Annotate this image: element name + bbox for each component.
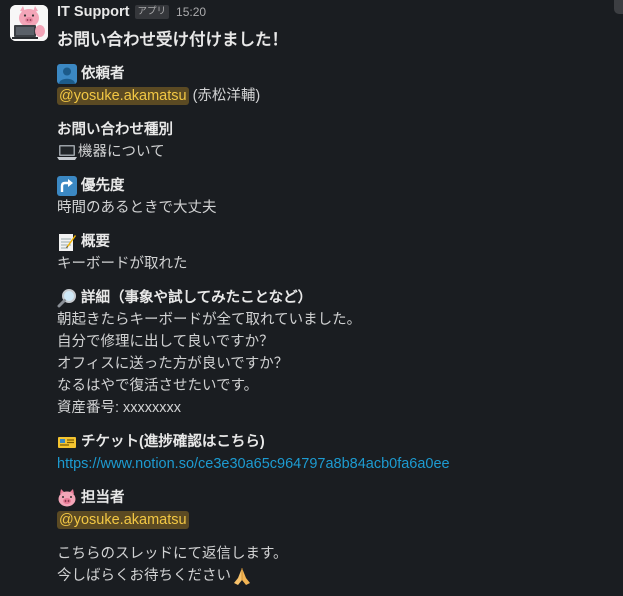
pig-laptop-icon <box>10 5 48 41</box>
requester-heading-label: 依頼者 <box>81 66 125 82</box>
details-line: 資産番号: xxxxxxxx <box>57 400 182 416</box>
footer-line-1: こちらのスレッドにて返信します。 <box>57 546 288 562</box>
message-content: IT Support アプリ 15:20 お問い合わせ受け付けました！ 依頼者 … <box>57 0 623 587</box>
details-line: 自分で修理に出して良いですか？ <box>57 334 274 350</box>
requester-heading: 依頼者 <box>57 63 623 85</box>
app-badge: アプリ <box>134 5 170 19</box>
requester-line: @yosuke.akamatsu (赤松洋輔) <box>57 85 623 107</box>
magnifier-icon <box>57 288 77 308</box>
details-line: なるはやで復活させたいです。 <box>57 378 259 394</box>
laptop-icon <box>57 142 77 162</box>
ticket-link[interactable]: https://www.notion.so/ce3e30a65c964797a8… <box>57 453 450 475</box>
arrow-up-icon <box>57 176 77 196</box>
priority-value: 時間のあるときで大丈夫 <box>57 200 217 216</box>
footer-line-2-text: 今しばらくお待ちください <box>57 568 231 584</box>
details-line: オフィスに送った方が良いですか？ <box>57 356 289 372</box>
details-heading-label: 詳細（事象や試してみたことなど） <box>81 290 313 306</box>
memo-icon <box>57 232 77 252</box>
slack-message: IT Support アプリ 15:20 お問い合わせ受け付けました！ 依頼者 … <box>0 0 623 596</box>
details-heading: 詳細（事象や試してみたことなど） <box>57 287 623 309</box>
details-line: 朝起きたらキーボードが全て取れていました。 <box>57 312 362 328</box>
ticket-icon <box>57 432 77 452</box>
type-heading: お問い合わせ種別 <box>57 122 173 138</box>
assignee-heading-label: 担当者 <box>81 490 125 506</box>
person-silhouette-icon <box>57 64 77 84</box>
ticket-heading: チケット(進捗確認はこちら) <box>57 431 623 453</box>
requester-mention[interactable]: @yosuke.akamatsu <box>57 87 189 105</box>
type-line: 機器について <box>57 141 623 163</box>
pig-face-icon <box>57 488 77 508</box>
assignee-heading: 担当者 <box>57 487 623 509</box>
footer-line-2: 今しばらくお待ちください <box>57 565 623 587</box>
requester-name: (赤松洋輔) <box>192 88 261 104</box>
ticket-line: https://www.notion.so/ce3e30a65c964797a8… <box>57 453 623 475</box>
message-meta: IT Support アプリ 15:20 <box>57 1 623 23</box>
avatar[interactable] <box>10 5 48 41</box>
sender-name[interactable]: IT Support <box>57 4 130 20</box>
priority-heading-label: 優先度 <box>81 178 125 194</box>
assignee-line: @yosuke.akamatsu <box>57 509 623 531</box>
summary-value: キーボードが取れた <box>57 256 188 272</box>
folded-hands-icon <box>232 566 252 586</box>
summary-heading-label: 概要 <box>81 234 110 250</box>
timestamp[interactable]: 15:20 <box>176 5 206 19</box>
ticket-heading-label: チケット(進捗確認はこちら) <box>81 434 265 450</box>
message-title: お問い合わせ受け付けました！ <box>57 31 288 49</box>
type-value: 機器について <box>78 144 165 160</box>
assignee-mention[interactable]: @yosuke.akamatsu <box>57 511 189 529</box>
summary-heading: 概要 <box>57 231 623 253</box>
priority-heading: 優先度 <box>57 175 623 197</box>
